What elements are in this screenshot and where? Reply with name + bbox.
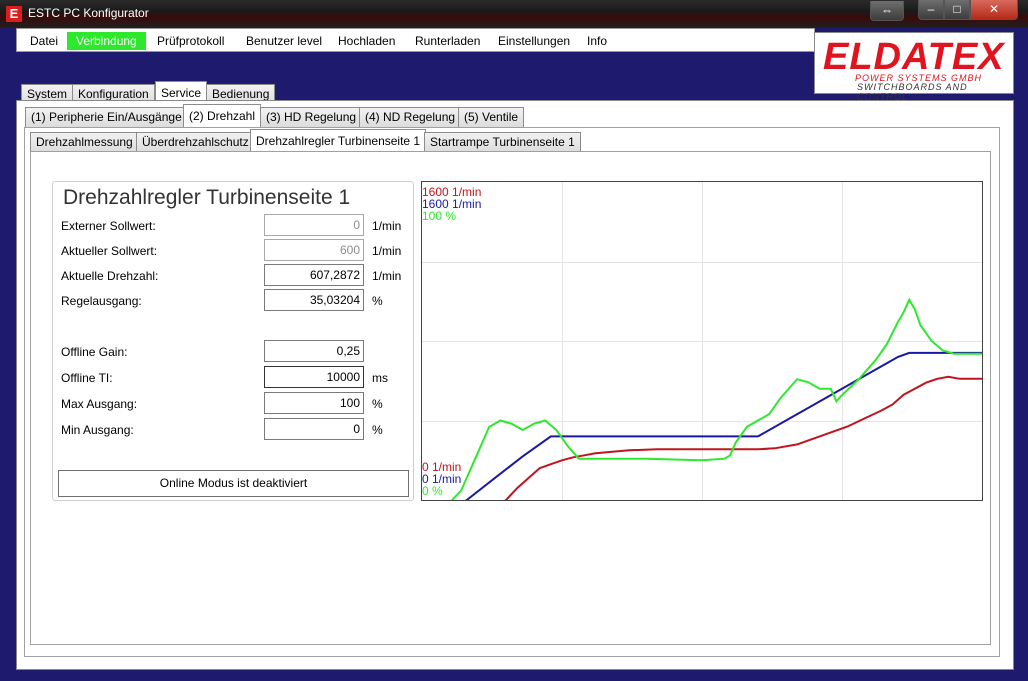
tab-ueberdrehzahlschutz[interactable]: Überdrehzahlschutz xyxy=(136,132,255,152)
trend-chart: 1600 1/min 1600 1/min 100 % 0 1/min 0 1/… xyxy=(421,181,983,501)
tab-nd-regelung[interactable]: (4) ND Regelung xyxy=(359,107,462,127)
menu-bar: Datei Verbindung Prüfprotokoll Benutzer … xyxy=(16,28,815,52)
menu-pruefprotokoll[interactable]: Prüfprotokoll xyxy=(148,32,233,50)
label-min-ausgang: Min Ausgang: xyxy=(61,423,134,437)
label-aktueller-sollwert: Aktueller Sollwert: xyxy=(61,244,158,258)
label-offline-ti: Offline TI: xyxy=(61,371,113,385)
aktuelle-drehzahl-field: 607,2872 xyxy=(264,264,364,286)
tab-hd-regelung[interactable]: (3) HD Regelung xyxy=(260,107,363,127)
offline-ti-input[interactable]: 10000 xyxy=(264,366,364,388)
maximize-button[interactable]: □ xyxy=(944,0,970,20)
close-button[interactable]: ✕ xyxy=(970,0,1018,20)
regler-groupbox: Drehzahlregler Turbinenseite 1 Externer … xyxy=(52,181,414,501)
unit-max-ausgang: % xyxy=(372,397,383,411)
aktueller-sollwert-field: 600 xyxy=(264,239,364,261)
max-ausgang-input[interactable]: 100 xyxy=(264,392,364,414)
tab-peripherie[interactable]: (1) Peripherie Ein/Ausgänge xyxy=(25,107,188,127)
label-aktuelle-drehzahl: Aktuelle Drehzahl: xyxy=(61,269,159,283)
logo-tagline: SWITCHBOARDS AND CONTROL xyxy=(857,82,968,102)
chart-top-label-green: 100 % xyxy=(422,209,457,223)
minimize-button[interactable]: – xyxy=(918,0,944,20)
window-title: ESTC PC Konfigurator xyxy=(28,6,149,20)
label-regelausgang: Regelausgang: xyxy=(61,294,142,308)
menu-datei[interactable]: Datei xyxy=(21,32,67,50)
chart-bottom-label-green: 0 % xyxy=(422,484,443,498)
app-icon: E xyxy=(6,6,22,22)
menu-info[interactable]: Info xyxy=(578,32,616,50)
tab-drehzahl[interactable]: (2) Drehzahl xyxy=(183,104,262,127)
tab-drehzahlmessung[interactable]: Drehzahlmessung xyxy=(30,132,139,152)
groupbox-title: Drehzahlregler Turbinenseite 1 xyxy=(63,186,351,209)
unit-min-ausgang: % xyxy=(372,423,383,437)
regelausgang-field: 35,03204 xyxy=(264,289,364,311)
online-mode-button[interactable]: Online Modus ist deaktiviert xyxy=(58,470,409,497)
externer-sollwert-field: 0 xyxy=(264,214,364,236)
tab-ventile[interactable]: (5) Ventile xyxy=(458,107,525,127)
resize-button[interactable]: ⇔ xyxy=(870,1,904,21)
label-max-ausgang: Max Ausgang: xyxy=(61,397,138,411)
menu-hochladen[interactable]: Hochladen xyxy=(329,32,404,50)
tab-drehzahlregler-turbine-1[interactable]: Drehzahlregler Turbinenseite 1 xyxy=(250,129,427,152)
label-offline-gain: Offline Gain: xyxy=(61,345,128,359)
unit-aktuelle-drehzahl: 1/min xyxy=(372,269,402,283)
min-ausgang-input[interactable]: 0 xyxy=(264,418,364,440)
eldatex-logo: ELDATEX POWER SYSTEMS GMBH SWITCHBOARDS … xyxy=(814,32,1014,102)
title-bar: E ESTC PC Konfigurator ⇔ – □ ✕ xyxy=(0,0,1028,28)
unit-externer-sollwert: 1/min xyxy=(372,219,402,233)
logo-brand: ELDATEX xyxy=(823,36,1005,78)
unit-regelausgang: % xyxy=(372,294,383,308)
menu-verbindung[interactable]: Verbindung xyxy=(67,32,146,50)
label-externer-sollwert: Externer Sollwert: xyxy=(61,219,156,233)
menu-runterladen[interactable]: Runterladen xyxy=(406,32,489,50)
unit-offline-ti: ms xyxy=(372,371,388,385)
menu-benutzer-level[interactable]: Benutzer level xyxy=(237,32,331,50)
offline-gain-input[interactable]: 0,25 xyxy=(264,340,364,362)
trend-chart-svg xyxy=(422,182,982,500)
unit-aktueller-sollwert: 1/min xyxy=(372,244,402,258)
menu-einstellungen[interactable]: Einstellungen xyxy=(489,32,579,50)
tab-startrampe-turbine-1[interactable]: Startrampe Turbinenseite 1 xyxy=(424,132,581,152)
